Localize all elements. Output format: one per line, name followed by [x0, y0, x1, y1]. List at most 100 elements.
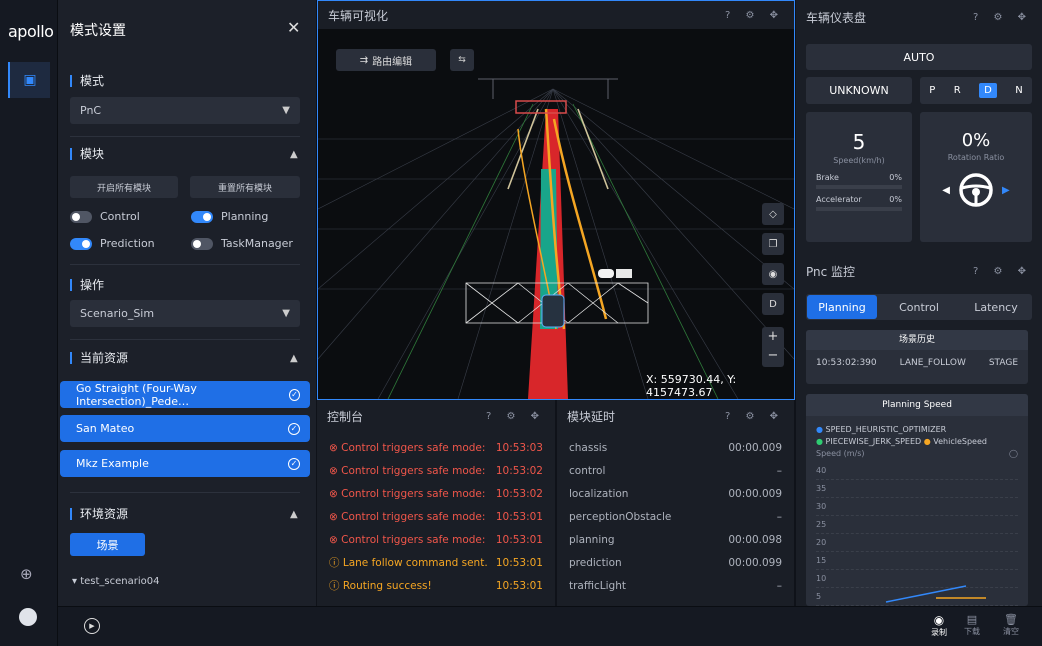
panel-tools-icon[interactable]: ? ⚙ ✥ — [486, 411, 545, 422]
rotation-card: 0% Rotation Ratio ◀ ▶ — [920, 112, 1032, 242]
record-button[interactable]: ◉ 录制 — [931, 613, 947, 638]
y-axis-label: Speed (m/s) — [816, 449, 865, 458]
scenario-item[interactable]: ▾ test_scenario04 — [72, 576, 159, 587]
planning-speed-card: Planning Speed ● SPEED_HEURISTIC_OPTIMIZ… — [806, 394, 1028, 606]
left-arrow-icon: ◀ — [942, 184, 950, 196]
latency-row: localization 00:00.009 — [557, 482, 794, 505]
resource-label: San Mateo — [76, 422, 135, 435]
scenario-history: 场景历史 10:53:02:390 LANE_FOLLOW STAGE — [806, 330, 1028, 384]
info-icon: ⓘ Lane follow command sent. — [329, 557, 488, 569]
panel-tools-icon[interactable]: ? ⚙ ✥ — [973, 12, 1032, 23]
route-edit-label: 路由编辑 — [372, 56, 413, 68]
module-toggle-planning[interactable]: Planning — [191, 210, 268, 223]
module-name: trafficLight — [569, 579, 626, 592]
resource-item[interactable]: Go Straight (Four-Way Intersection)_Pede… — [60, 381, 310, 408]
add-icon[interactable]: ⊕ — [20, 565, 33, 583]
route-edit-button[interactable]: ⇉ 路由编辑 — [336, 49, 436, 71]
legend-item[interactable]: ● SPEED_HEURISTIC_OPTIMIZER — [816, 424, 1018, 436]
module-name: chassis — [569, 441, 608, 454]
zoom-out-icon[interactable]: − — [762, 346, 784, 365]
view-2d-3d-button[interactable]: D — [762, 293, 784, 315]
mode-settings-panel: 模式设置 ✕ 模式 PnC ▼ 模块 ▲ 开启所有模块 重置所有模块 Contr… — [58, 0, 316, 606]
reset-all-modules-button[interactable]: 重置所有模块 — [190, 176, 300, 198]
accel-bar — [816, 207, 902, 211]
console-title: 控制台 — [327, 409, 364, 424]
gear-r: R — [953, 85, 961, 96]
enable-all-modules-button[interactable]: 开启所有模块 — [70, 176, 178, 198]
download-button[interactable]: ▤ 下载 — [964, 613, 980, 637]
vehicle-visualization-panel: 车辆可视化 ? ⚙ ✥ ⇉ 路由编辑 ⇆ ◇ ❐ ◉ D + − X: 5597… — [317, 0, 795, 400]
info-icon: ⓘ Routing success! — [329, 580, 432, 592]
accel-label: Accelerator — [816, 195, 862, 204]
tag-icon[interactable]: ◇ — [762, 203, 784, 225]
play-icon[interactable]: ▶ — [84, 618, 100, 634]
caret-down-icon: ▾ — [72, 576, 78, 587]
tab-control[interactable]: Control — [884, 295, 954, 319]
tab-planning[interactable]: Planning — [807, 295, 877, 319]
console-row: ⊗ Control triggers safe mode: 10:53:02 — [317, 459, 555, 482]
refresh-icon[interactable]: ◯ — [1009, 448, 1018, 460]
console-message: Lane follow command sent. — [342, 557, 488, 569]
bottom-bar: ▶ ◉ 录制 ▤ 下载 🗑 清空 — [58, 606, 1042, 646]
toggle-switch[interactable] — [191, 237, 213, 250]
console-header: 控制台 ? ⚙ ✥ — [317, 400, 555, 432]
mode-select[interactable]: PnC ▼ — [70, 97, 300, 124]
legend-item[interactable]: ● PIECEWISE_JERK_SPEED ● VehicleSpeed — [816, 436, 1018, 448]
latency-value: 00:00.009 — [728, 441, 782, 454]
console-message: Routing success! — [342, 580, 432, 592]
brake-label: Brake — [816, 173, 839, 182]
latency-value: 00:00.009 — [728, 487, 782, 500]
scene-canvas[interactable] — [318, 29, 794, 399]
copy-icon[interactable]: ❐ — [762, 233, 784, 255]
divider — [70, 492, 300, 493]
mode-section-title: 模式 — [70, 75, 104, 87]
legend-dot-icon: ● — [923, 437, 931, 446]
route-toggle-button[interactable]: ⇆ — [450, 49, 474, 71]
operation-select[interactable]: Scenario_Sim ▼ — [70, 300, 300, 327]
history-row: 10:53:02:390 LANE_FOLLOW STAGE — [806, 358, 1028, 368]
toggle-switch[interactable] — [191, 210, 213, 223]
module-toggle-control[interactable]: Control — [70, 210, 140, 223]
error-icon: ⊗ Control triggers safe mode: — [329, 533, 486, 546]
close-icon[interactable]: ✕ — [287, 18, 300, 37]
zoom-in-icon[interactable]: + — [762, 327, 784, 346]
clear-button[interactable]: 🗑 清空 — [1003, 613, 1019, 637]
latency-panel: 模块延时 ? ⚙ ✥ chassis 00:00.009 control – local… — [557, 400, 794, 606]
tab-latency[interactable]: Latency — [961, 295, 1031, 319]
module-toggle-taskmanager[interactable]: TaskManager — [191, 237, 293, 250]
legend-label: SPEED_HEURISTIC_OPTIMIZER — [825, 425, 947, 434]
rotation-label: Rotation Ratio — [947, 153, 1005, 162]
operation-section-title: 操作 — [70, 279, 104, 291]
panel-tools-icon[interactable]: ? ⚙ ✥ — [725, 10, 784, 21]
driving-mode: AUTO — [806, 44, 1032, 70]
latency-header: 模块延时 ? ⚙ ✥ — [557, 400, 794, 432]
panel-tools-icon[interactable]: ? ⚙ ✥ — [725, 411, 784, 422]
steering-row: ◀ ▶ — [920, 172, 1032, 208]
resource-item[interactable]: San Mateo ✓ — [60, 415, 310, 442]
chevron-up-icon[interactable]: ▲ — [290, 149, 298, 160]
chevron-up-icon[interactable]: ▲ — [290, 353, 298, 364]
layers-icon[interactable]: ◉ — [762, 263, 784, 285]
env-section-title: 环境资源 — [70, 508, 128, 520]
resource-item[interactable]: Mkz Example ✓ — [60, 450, 310, 477]
console-row: ⓘ Routing success! 10:53:01 — [317, 574, 555, 597]
panel-tools-icon[interactable]: ? ⚙ ✥ — [973, 266, 1032, 277]
coordinate-readout: X: 559730.44, Y: 4157473.67 — [646, 373, 737, 399]
chevron-up-icon[interactable]: ▲ — [290, 509, 298, 520]
brake-row: Brake 0% — [806, 173, 912, 182]
history-scenario: LANE_FOLLOW — [899, 358, 966, 368]
zoom-control[interactable]: + − — [762, 327, 784, 367]
mode-settings-nav[interactable]: ▣ — [8, 62, 50, 98]
console-time: 10:53:01 — [495, 510, 543, 523]
pnc-header: Pnc 监控 ? ⚙ ✥ — [796, 258, 1042, 284]
dashboard-title: 车辆仪表盘 — [806, 10, 867, 25]
module-name: prediction — [569, 556, 622, 569]
user-avatar[interactable] — [19, 608, 37, 626]
toggle-switch[interactable] — [70, 210, 92, 223]
scene-button[interactable]: 场景 — [70, 533, 145, 556]
toggle-switch[interactable] — [70, 237, 92, 250]
vehicle-status: UNKNOWN — [806, 77, 912, 104]
module-toggle-prediction[interactable]: Prediction — [70, 237, 155, 250]
console-message: Control triggers safe mode: — [341, 533, 486, 546]
y-tick: 20 — [816, 534, 1018, 552]
